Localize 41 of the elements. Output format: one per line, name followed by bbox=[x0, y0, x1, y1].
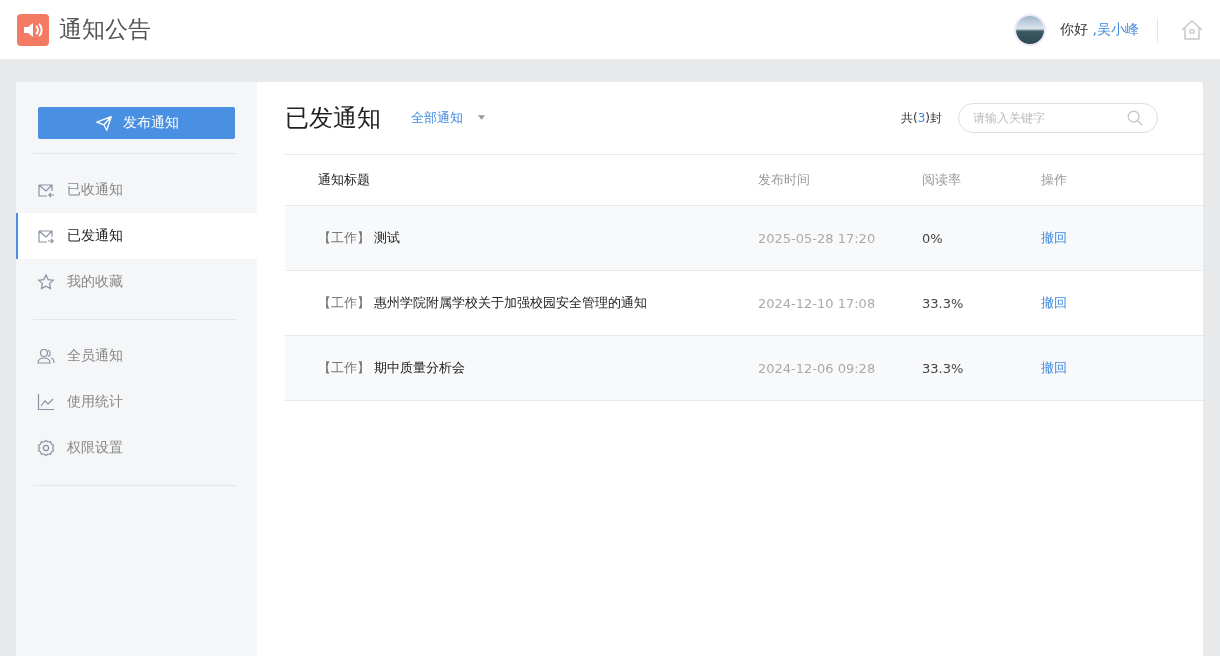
read-rate-cell-text: 0% bbox=[922, 230, 944, 246]
settings-icon bbox=[37, 439, 55, 457]
column-header: 操作 bbox=[1041, 171, 1068, 189]
app-title: 通知公告 bbox=[59, 15, 151, 44]
sidebar-item[interactable]: 权限设置 bbox=[16, 425, 257, 471]
sidebar-item[interactable]: 已收通知 bbox=[16, 167, 257, 213]
sidebar-item[interactable]: 我的收藏 bbox=[16, 259, 257, 305]
filter-dropdown[interactable]: 全部通知 bbox=[411, 109, 486, 127]
withdraw-link[interactable]: 撤回 bbox=[1041, 359, 1101, 377]
column-header: 发布时间 bbox=[758, 171, 811, 189]
home-icon[interactable] bbox=[1180, 17, 1204, 42]
time-cell-text: 2025-05-28 17:20 bbox=[758, 230, 877, 246]
sidebar-item[interactable]: 使用统计 bbox=[16, 379, 257, 425]
envelope-in-icon bbox=[37, 181, 55, 199]
sidebar-item[interactable]: 全员通知 bbox=[16, 333, 257, 379]
speaker-logo-icon bbox=[17, 13, 49, 46]
paper-plane-icon bbox=[94, 114, 113, 132]
notice-title-cell[interactable]: 【工作】 测试 bbox=[285, 229, 758, 247]
search-field[interactable]: 请输入关键字 bbox=[958, 103, 1158, 133]
column-header: 通知标题 bbox=[317, 171, 371, 189]
line-chart-icon bbox=[37, 393, 55, 411]
users-icon bbox=[37, 347, 55, 365]
sidebar-item[interactable]: 已发通知 bbox=[16, 213, 257, 259]
avatar-image[interactable] bbox=[1014, 13, 1047, 46]
withdraw-link[interactable]: 撤回 bbox=[1041, 229, 1101, 247]
read-rate-cell-text: 33.3% bbox=[922, 295, 965, 311]
user-greeting: 你好 ,吴小峰 bbox=[1060, 20, 1139, 39]
caret-icon bbox=[477, 115, 486, 121]
search-icon[interactable] bbox=[1126, 109, 1144, 127]
notice-count: 共(3)封 bbox=[901, 109, 942, 127]
withdraw-link[interactable]: 撤回 bbox=[1041, 294, 1101, 312]
time-cell-text: 2024-12-10 17:08 bbox=[758, 295, 877, 311]
column-header: 阅读率 bbox=[922, 171, 962, 189]
page-title: 已发通知 bbox=[285, 103, 381, 134]
envelope-out-icon bbox=[37, 227, 55, 245]
read-rate-cell-text: 33.3% bbox=[922, 360, 965, 376]
star-icon bbox=[37, 273, 55, 291]
time-cell-text: 2024-12-06 09:28 bbox=[758, 360, 877, 376]
publish-button[interactable]: 发布通知 bbox=[38, 107, 235, 139]
notice-title-cell[interactable]: 【工作】 期中质量分析会 bbox=[285, 359, 758, 377]
notice-title-cell[interactable]: 【工作】 惠州学院附属学校关于加强校园安全管理的通知 bbox=[285, 294, 758, 312]
